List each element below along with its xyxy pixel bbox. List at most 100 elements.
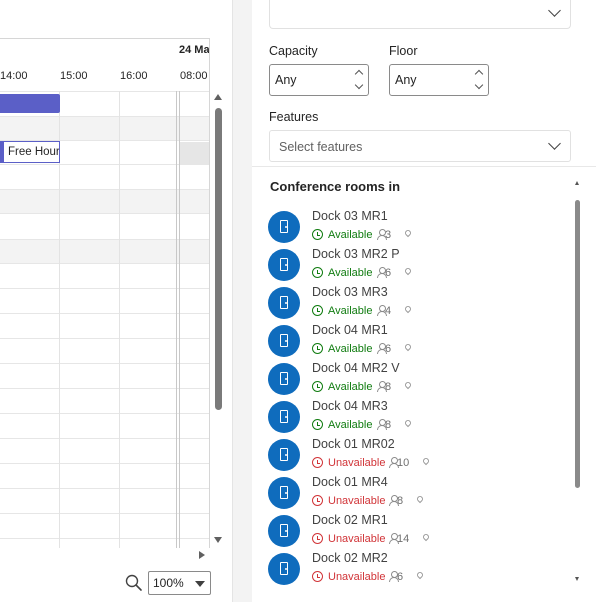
grid-row-shaded — [0, 116, 209, 140]
availability-text: Unavailable — [328, 457, 386, 469]
room-name: Dock 01 MR02 — [312, 437, 395, 451]
scroll-up-icon[interactable] — [214, 94, 222, 100]
pane-divider[interactable] — [232, 0, 252, 602]
features-label: Features — [269, 110, 319, 124]
clock-icon — [312, 419, 323, 430]
location-pin-icon — [421, 532, 431, 542]
room-door-icon — [268, 401, 300, 433]
room-door-icon — [268, 363, 300, 395]
decrement-icon[interactable] — [354, 80, 364, 90]
clock-icon — [312, 457, 323, 468]
scroll-right-icon[interactable] — [199, 551, 205, 559]
availability-text: Available — [328, 381, 373, 393]
room-capacity: 14 — [397, 533, 410, 545]
room-finder-panel: Capacity Any Floor Any Features Select f… — [252, 0, 596, 602]
location-pin-icon — [403, 342, 413, 352]
clock-icon — [312, 305, 323, 316]
room-capacity: 8 — [397, 495, 404, 507]
room-name: Dock 03 MR1 — [312, 209, 388, 223]
scroll-down-icon[interactable] — [575, 577, 579, 581]
room-door-icon — [268, 325, 300, 357]
scheduling-assistant-grid: 24 Ma 14:00 15:00 16:00 08:00 Free Hour … — [0, 0, 232, 602]
decrement-icon[interactable] — [474, 80, 484, 90]
room-capacity: 8 — [385, 381, 392, 393]
grid-cell-busy — [179, 142, 209, 164]
chevron-down-icon — [548, 4, 561, 17]
room-name: Dock 03 MR2 P — [312, 247, 400, 261]
clock-icon — [312, 267, 323, 278]
location-pin-icon — [403, 304, 413, 314]
room-name: Dock 04 MR3 — [312, 399, 388, 413]
room-list-item[interactable]: Dock 01 MR4 Unavailable 8 — [268, 475, 564, 513]
capacity-value: Any — [275, 73, 297, 87]
room-list-item[interactable]: Dock 04 MR1 Available 6 — [268, 323, 564, 361]
chevron-down-icon — [548, 137, 561, 150]
availability-text: Unavailable — [328, 533, 386, 545]
clock-icon — [312, 495, 323, 506]
room-capacity: 10 — [397, 457, 410, 469]
room-capacity: 6 — [397, 571, 404, 583]
chevron-down-icon — [195, 581, 205, 587]
room-name: Dock 04 MR1 — [312, 323, 388, 337]
room-list-item[interactable]: Dock 03 MR1 Available 3 — [268, 209, 564, 247]
increment-icon[interactable] — [354, 69, 364, 79]
time-header: 15:00 — [60, 70, 88, 82]
location-pin-icon — [403, 266, 413, 276]
room-list-item[interactable]: Dock 04 MR3 Available 8 — [268, 399, 564, 437]
conference-rooms-section: Conference rooms in Dock 03 MR1 Available… — [252, 166, 596, 602]
availability-text: Unavailable — [328, 571, 386, 583]
scroll-up-icon[interactable] — [575, 181, 579, 185]
clock-icon — [312, 571, 323, 582]
free-time-slot[interactable]: Free Hour — [0, 141, 60, 163]
scroll-thumb[interactable] — [215, 108, 222, 410]
availability-text: Available — [328, 229, 373, 241]
availability-text: Available — [328, 305, 373, 317]
availability-text: Available — [328, 343, 373, 355]
grid-vertical-scrollbar[interactable] — [212, 92, 225, 547]
time-header: 08:00 — [180, 70, 208, 82]
room-capacity: 8 — [385, 419, 392, 431]
location-pin-icon — [415, 494, 425, 504]
room-door-icon — [268, 515, 300, 547]
room-list-item[interactable]: Dock 01 MR02 Unavailable 10 — [268, 437, 564, 475]
capacity-stepper[interactable]: Any — [269, 64, 369, 96]
room-list-item[interactable]: Dock 03 MR3 Available 4 — [268, 285, 564, 323]
clock-icon — [312, 381, 323, 392]
room-door-icon — [268, 553, 300, 585]
location-pin-icon — [403, 380, 413, 390]
room-list-item[interactable]: Dock 04 MR2 V Available 8 — [268, 361, 564, 399]
increment-icon[interactable] — [474, 69, 484, 79]
time-grid: 24 Ma 14:00 15:00 16:00 08:00 Free Hour — [0, 38, 210, 548]
location-dropdown[interactable] — [269, 0, 571, 29]
zoom-level-value: 100% — [153, 576, 184, 590]
location-pin-icon — [415, 570, 425, 580]
room-capacity: 4 — [385, 305, 392, 317]
location-pin-icon — [403, 418, 413, 428]
availability-text: Unavailable — [328, 495, 386, 507]
room-list-item[interactable]: Dock 03 MR2 P Available 6 — [268, 247, 564, 285]
rooms-scrollbar[interactable] — [573, 179, 583, 589]
zoom-level-select[interactable]: 100% — [148, 571, 211, 595]
location-pin-icon — [403, 228, 413, 238]
features-dropdown[interactable]: Select features — [269, 130, 571, 162]
scroll-thumb[interactable] — [575, 200, 580, 488]
room-list-item[interactable]: Dock 02 MR1 Unavailable 14 — [268, 513, 564, 551]
room-name: Dock 01 MR4 — [312, 475, 388, 489]
scroll-down-icon[interactable] — [214, 537, 222, 543]
room-capacity: 6 — [385, 267, 392, 279]
room-door-icon — [268, 477, 300, 509]
zoom-search-icon[interactable] — [123, 572, 145, 594]
room-door-icon — [268, 287, 300, 319]
busy-time-bar[interactable] — [0, 94, 60, 113]
room-list-item[interactable]: Dock 02 MR2 Unavailable 6 — [268, 551, 564, 589]
time-header: 16:00 — [120, 70, 148, 82]
capacity-label: Capacity — [269, 44, 318, 58]
clock-icon — [312, 533, 323, 544]
floor-stepper[interactable]: Any — [389, 64, 489, 96]
room-name: Dock 04 MR2 V — [312, 361, 400, 375]
floor-label: Floor — [389, 44, 418, 58]
location-pin-icon — [421, 456, 431, 466]
zoom-control: 100% — [123, 571, 213, 595]
rooms-section-title: Conference rooms in — [270, 179, 401, 194]
grid-row-shaded — [0, 189, 209, 213]
